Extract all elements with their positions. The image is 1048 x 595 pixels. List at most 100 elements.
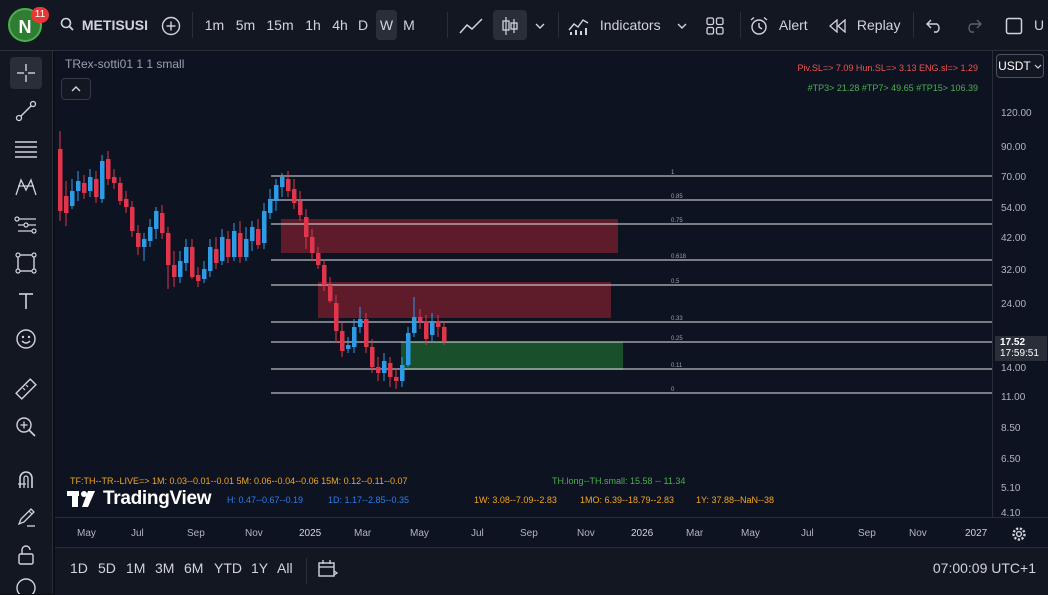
range-1y[interactable]: 1Y	[251, 560, 268, 576]
time-label: Mar	[686, 528, 704, 539]
interval-1h[interactable]: 1h	[301, 10, 325, 40]
replay-button[interactable]: Replay	[829, 10, 905, 40]
chart-settings-button[interactable]	[1010, 525, 1028, 543]
interval-m[interactable]: M	[399, 10, 419, 40]
bottom-toolbar: 1D 5D 1M 3M 6M YTD 1Y All 07:00:09 UTC+1	[55, 547, 1048, 595]
price-label: 14.00	[1001, 363, 1027, 374]
drawing-mode-tool[interactable]	[10, 501, 42, 533]
crosshair-tool[interactable]	[10, 57, 42, 89]
candle-body	[112, 177, 117, 183]
range-1m[interactable]: 1M	[126, 560, 145, 576]
divider	[913, 12, 914, 38]
candle-body	[268, 199, 273, 213]
chart-pane[interactable]: 1 0.85 0.75 0.618 0.5 0.33 0.25 0.11 0 TRex-sott…	[55, 51, 992, 517]
indicators-button[interactable]: Indicators	[568, 10, 668, 40]
magnet-tool[interactable]	[10, 463, 42, 495]
horizontal-lines-icon	[15, 141, 37, 158]
candle-body	[124, 199, 129, 207]
range-6m[interactable]: 6M	[184, 560, 203, 576]
mo-stats-line: 1MO: 6.39--18.79--2.83	[580, 495, 675, 505]
trendline-tool[interactable]	[10, 95, 42, 127]
time-label: May	[741, 528, 760, 539]
candle-body	[316, 253, 321, 265]
top-toolbar: N 11 METISUSI 1m 5m 15m 1h 4h D W M Indi…	[0, 0, 1048, 51]
candle-body	[424, 321, 429, 339]
goto-date-button[interactable]	[317, 558, 339, 580]
interval-w[interactable]: W	[376, 10, 397, 40]
price-label: 54.00	[1001, 203, 1027, 214]
interval-4h[interactable]: 4h	[328, 10, 352, 40]
text-tool[interactable]	[10, 285, 42, 317]
measure-tool[interactable]	[10, 373, 42, 405]
tradingview-logo-text: TradingView	[103, 488, 212, 509]
trendline-icon	[15, 100, 37, 122]
range-all[interactable]: All	[277, 560, 293, 576]
range-1d[interactable]: 1D	[70, 560, 88, 576]
time-label: 2025	[299, 528, 322, 539]
chevron-down-icon	[535, 23, 545, 30]
fib-level-label: 0.618	[671, 254, 687, 260]
range-ytd[interactable]: YTD	[214, 560, 242, 576]
candle-body	[142, 239, 147, 247]
price-chart[interactable]: 1 0.85 0.75 0.618 0.5 0.33 0.25 0.11 0	[55, 51, 992, 517]
tradingview-logo[interactable]: TradingView	[67, 487, 212, 511]
candles-button[interactable]	[493, 10, 527, 40]
redo-icon	[968, 19, 982, 33]
price-label: 24.00	[1001, 299, 1027, 310]
layouts-button[interactable]	[700, 10, 730, 40]
indicator-legend-title[interactable]: TRex-sotti01 1 1 small	[65, 57, 184, 71]
collapse-legend-button[interactable]	[61, 78, 91, 100]
lock-tool[interactable]	[10, 539, 42, 571]
price-label: 42.00	[1001, 233, 1027, 244]
last-price-value: 17.52	[1000, 337, 1026, 348]
candle-body	[82, 183, 87, 193]
interval-5m[interactable]: 5m	[232, 10, 259, 40]
visibility-tool[interactable]	[10, 577, 42, 594]
candle-body	[202, 269, 207, 279]
candle-body	[328, 285, 333, 301]
candle-body	[412, 317, 417, 333]
pencil-ruler-icon	[17, 508, 35, 527]
time-axis[interactable]: May Jul Sep Nov 2025 Mar May Jul Sep Nov…	[55, 517, 1048, 548]
magnet-icon	[18, 471, 33, 488]
range-5d[interactable]: 5D	[98, 560, 116, 576]
pattern-tool[interactable]	[10, 171, 42, 203]
indicators-dropdown[interactable]	[672, 10, 692, 40]
alert-button[interactable]: Alert	[749, 10, 815, 40]
candlestick-icon	[502, 17, 518, 36]
interval-15m[interactable]: 15m	[263, 10, 297, 40]
symbol-name: METISUSI	[81, 17, 149, 33]
publish-button[interactable]: U	[1034, 10, 1048, 40]
forecast-tool[interactable]	[10, 209, 42, 241]
timezone-clock[interactable]: 07:00:09 UTC+1	[933, 560, 1036, 576]
fib-tool[interactable]	[10, 133, 42, 165]
redo-button[interactable]	[960, 10, 986, 40]
rectangle-tool[interactable]	[10, 247, 42, 279]
price-label: 70.00	[1001, 172, 1027, 183]
range-3m[interactable]: 3M	[155, 560, 174, 576]
interval-1m[interactable]: 1m	[201, 10, 228, 40]
interval-d[interactable]: D	[353, 10, 373, 40]
bar-countdown: 17:59:51	[1000, 348, 1039, 359]
fib-level-label: 0	[671, 387, 675, 393]
candle-body	[238, 233, 243, 257]
zoom-tool[interactable]	[10, 411, 42, 443]
candle-body	[310, 237, 315, 253]
time-label: Sep	[187, 528, 205, 539]
undo-icon	[926, 19, 940, 33]
price-axis[interactable]: 120.00 90.00 70.00 54.00 42.00 32.00 24.…	[992, 51, 1048, 519]
ruler-icon	[15, 378, 37, 400]
currency-selector[interactable]: USDT	[996, 54, 1044, 78]
candle-body	[220, 237, 225, 261]
candle-body	[208, 247, 213, 271]
candle-body	[298, 201, 303, 215]
add-symbol-button[interactable]	[158, 10, 184, 40]
emoji-tool[interactable]	[10, 323, 42, 355]
chart-type-dropdown[interactable]	[530, 10, 550, 40]
line-chart-button[interactable]	[456, 10, 486, 40]
fullscreen-button[interactable]	[1000, 10, 1028, 40]
candle-body	[100, 161, 105, 199]
calendar-range-icon	[318, 560, 339, 577]
undo-button[interactable]	[922, 10, 948, 40]
plus-circle-icon	[161, 17, 181, 36]
